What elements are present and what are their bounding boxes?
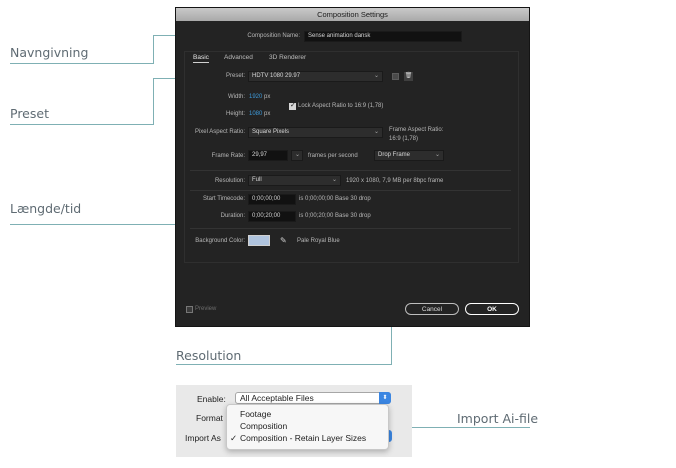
- width-field[interactable]: 1920 px: [249, 94, 270, 100]
- callout-duration: Længde/tid: [10, 201, 82, 216]
- line-import-h: [398, 427, 530, 428]
- callout-naming: Navngivning: [10, 45, 89, 60]
- height-field[interactable]: 1080 px: [249, 111, 270, 117]
- chevron-down-icon: ⌄: [331, 177, 337, 183]
- preset-value: HDTV 1080 29.97: [252, 73, 301, 79]
- pixel-aspect-label: Pixel Aspect Ratio:: [194, 129, 245, 135]
- duration-label: Duration:: [220, 213, 245, 219]
- line-resolution-h: [176, 364, 391, 365]
- frame-rate-label: Frame Rate:: [211, 153, 245, 159]
- format-label: Format: [196, 413, 223, 423]
- resolution-info: 1920 x 1080, 7,9 MB per 8bpc frame: [346, 178, 444, 184]
- line-preset-v: [153, 78, 154, 125]
- ok-button[interactable]: OK: [465, 303, 519, 315]
- pixel-aspect-value: Square Pixels: [252, 129, 290, 135]
- start-timecode-label: Start Timecode:: [202, 196, 245, 202]
- checkmark-icon: ✓: [230, 433, 238, 443]
- lock-aspect-label: Lock Aspect Ratio to 16:9 (1,78): [298, 103, 384, 109]
- dialog-title: Composition Settings: [176, 8, 529, 21]
- frame-aspect-label: Frame Aspect Ratio:: [389, 127, 444, 133]
- frame-rate-dropdown[interactable]: ⌄: [291, 150, 303, 161]
- bg-color-name: Pale Royal Blue: [297, 238, 340, 244]
- eyedropper-icon[interactable]: ✎: [280, 236, 290, 246]
- height-unit: px: [264, 111, 271, 117]
- pixel-aspect-select[interactable]: Square Pixels ⌄: [248, 127, 383, 138]
- cancel-button[interactable]: Cancel: [405, 303, 459, 315]
- height-label: Height:: [225, 111, 245, 117]
- frame-rate-input[interactable]: 29,97: [248, 150, 288, 161]
- preset-select[interactable]: HDTV 1080 29.97 ⌄: [248, 71, 383, 82]
- width-label: Width:: [227, 94, 245, 100]
- line-naming-h1: [10, 63, 153, 64]
- preview-checkbox[interactable]: [186, 306, 193, 313]
- start-timecode-input[interactable]: 0;00;00;00: [248, 194, 296, 205]
- preset-label: Preset:: [225, 73, 245, 79]
- drop-frame-value: Drop Frame: [378, 152, 411, 158]
- callout-preset: Preset: [10, 106, 49, 121]
- frame-aspect-value: 16:9 (1,78): [389, 136, 419, 142]
- import-as-menu: Footage Composition ✓ Composition - Reta…: [226, 404, 389, 450]
- callout-resolution: Resolution: [176, 348, 242, 363]
- enable-label: Enable:: [197, 394, 226, 404]
- resolution-label: Resolution:: [214, 178, 245, 184]
- resolution-select[interactable]: Full ⌄: [248, 175, 341, 186]
- bg-color-swatch[interactable]: [248, 235, 270, 246]
- frame-rate-unit: frames per second: [308, 153, 358, 159]
- updown-arrow-icon: ⬍: [379, 392, 391, 404]
- width-unit: px: [264, 94, 271, 100]
- preview-label: Preview: [195, 306, 217, 312]
- enable-select[interactable]: All Acceptable Files ⬍: [235, 392, 391, 404]
- comp-name-input[interactable]: Sense animation dansk: [304, 31, 462, 42]
- separator: [190, 170, 511, 171]
- line-naming-v: [153, 35, 154, 64]
- chevron-down-icon: ⌄: [373, 73, 379, 79]
- start-timecode-info: is 0;00;00;00 Base 30 drop: [299, 196, 371, 202]
- width-value: 1920: [249, 94, 263, 100]
- menu-item-composition[interactable]: Composition: [240, 421, 287, 431]
- line-preset-h1: [10, 124, 153, 125]
- enable-value: All Acceptable Files: [240, 393, 314, 403]
- chevron-down-icon: ⌄: [434, 152, 440, 158]
- chevron-down-icon: ⌄: [294, 152, 300, 158]
- composition-settings-dialog: Composition Settings Composition Name: S…: [176, 8, 529, 326]
- save-preset-icon[interactable]: [392, 73, 399, 80]
- duration-info: is 0;00;20;00 Base 30 drop: [299, 213, 371, 219]
- chevron-down-icon: ⌄: [373, 129, 379, 135]
- menu-item-footage[interactable]: Footage: [240, 409, 271, 419]
- callout-import: Import Ai-file: [457, 411, 539, 426]
- import-as-label: Import As: [185, 433, 221, 443]
- separator: [190, 190, 511, 191]
- drop-frame-select[interactable]: Drop Frame ⌄: [374, 150, 444, 161]
- bg-color-label: Background Color:: [195, 238, 245, 244]
- separator: [190, 228, 511, 229]
- height-value: 1080: [249, 111, 263, 117]
- comp-name-label: Composition Name:: [247, 33, 300, 39]
- trash-icon[interactable]: 🗑: [404, 72, 413, 81]
- resolution-value: Full: [252, 177, 262, 183]
- menu-item-composition-retain-layer-sizes[interactable]: Composition - Retain Layer Sizes: [240, 433, 366, 443]
- duration-input[interactable]: 0;00;20;00: [248, 211, 296, 222]
- lock-aspect-checkbox[interactable]: [289, 101, 296, 110]
